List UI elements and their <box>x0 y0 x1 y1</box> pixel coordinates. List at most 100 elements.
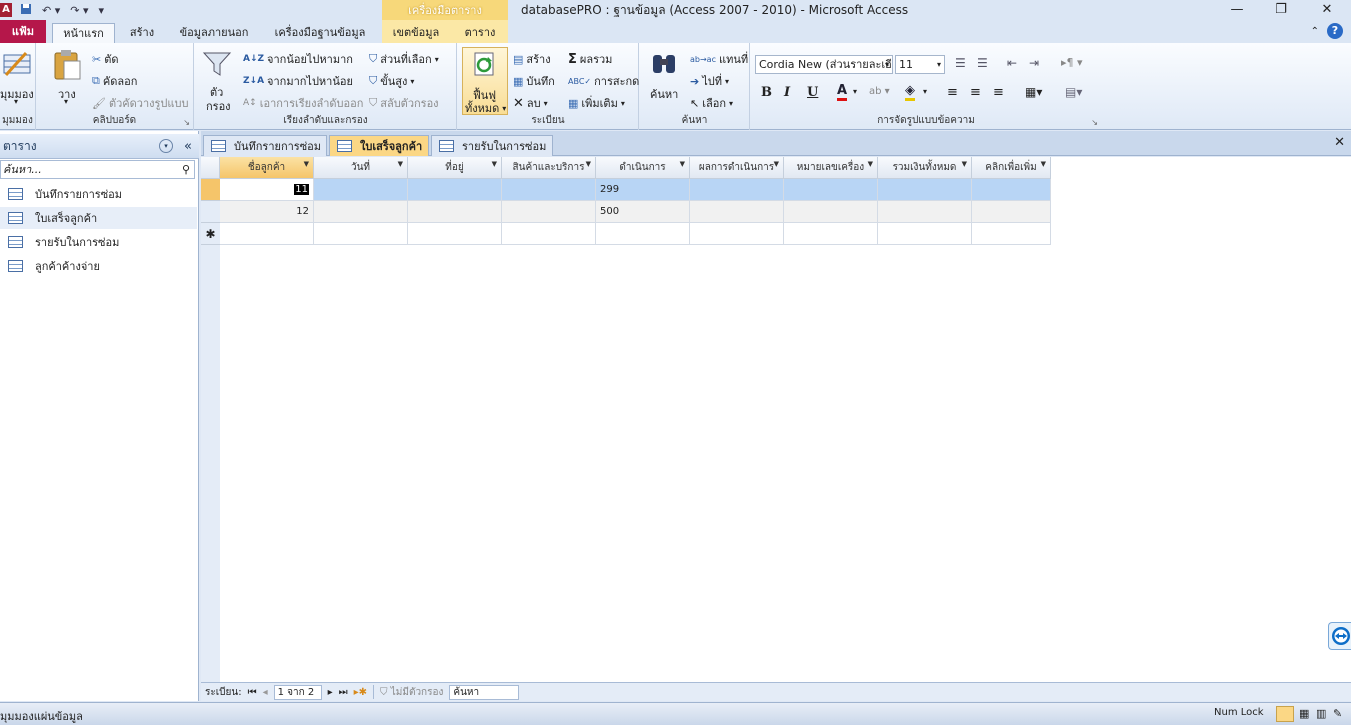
dialog-launcher-icon[interactable]: ↘ <box>183 118 190 127</box>
delete-record-button[interactable]: ✕ ลบ ▾ <box>513 94 548 112</box>
tab-database-tools[interactable]: เครื่องมือฐานข้อมูล <box>266 23 374 43</box>
table-cell[interactable] <box>784 179 878 201</box>
new-record-marker[interactable]: ✱ <box>201 223 220 245</box>
undo-icon[interactable]: ↶ ▾ <box>40 4 62 17</box>
new-record-nav-icon[interactable]: ▸✱ <box>354 687 367 698</box>
table-cell[interactable] <box>314 179 408 201</box>
underline-icon[interactable]: U <box>807 85 818 100</box>
tab-file[interactable]: แฟ้ม <box>0 20 46 43</box>
table-cell[interactable] <box>878 179 972 201</box>
table-cell[interactable]: 500 <box>596 201 690 223</box>
tab-home[interactable]: หน้าแรก <box>52 23 115 43</box>
previous-record-icon[interactable]: ◂ <box>263 687 268 698</box>
table-row[interactable]: 11 299 <box>201 179 1051 201</box>
datasheet-view-icon[interactable] <box>2 49 32 82</box>
column-header-machine-number[interactable]: หมายเลขเครื่อง ▼ <box>784 157 878 179</box>
table-cell[interactable] <box>972 201 1051 223</box>
nav-pane-header[interactable]: ตาราง ▾ « <box>0 134 199 159</box>
customize-qat-icon[interactable]: ▾ <box>97 4 107 17</box>
table-cell[interactable] <box>878 201 972 223</box>
doc-tab-repair-log[interactable]: บันทึกรายการซ่อม <box>203 135 327 156</box>
cut-button[interactable]: ✂ ตัด <box>92 50 119 68</box>
doc-tab-customer-receipt[interactable]: ใบเสร็จลูกค้า <box>329 135 429 156</box>
select-button[interactable]: ↖ เลือก ▾ <box>690 94 733 112</box>
table-cell[interactable] <box>972 223 1051 245</box>
nav-item-repair-income[interactable]: รายรับในการซ่อม <box>0 231 197 253</box>
replace-button[interactable]: ab→ac แทนที่ <box>690 50 748 68</box>
highlight-icon[interactable]: ab ▾ <box>869 86 890 97</box>
column-header-date[interactable]: วันที่ ▼ <box>314 157 408 179</box>
bold-icon[interactable]: B <box>761 85 772 100</box>
datasheet-view-button[interactable] <box>1276 706 1294 722</box>
close-document-icon[interactable]: ✕ <box>1334 135 1345 150</box>
more-button[interactable]: ▦ เพิ่มเติม ▾ <box>568 94 625 112</box>
binoculars-icon[interactable] <box>650 51 678 80</box>
advanced-filter-button[interactable]: ⛉ ขั้นสูง ▾ <box>369 72 414 90</box>
align-right-icon[interactable]: ≡ <box>993 85 1004 100</box>
table-cell[interactable] <box>972 179 1051 201</box>
pivot-table-view-icon[interactable]: ▦ <box>1299 707 1309 720</box>
align-center-icon[interactable]: ≡ <box>970 85 981 100</box>
dialog-launcher-icon[interactable]: ↘ <box>1091 118 1098 127</box>
teamviewer-panel-icon[interactable] <box>1328 622 1351 650</box>
design-view-icon[interactable]: ✎ <box>1333 707 1342 720</box>
column-header-operation[interactable]: ดำเนินการ ▼ <box>596 157 690 179</box>
table-cell[interactable] <box>408 223 502 245</box>
tab-fields[interactable]: เขตข้อมูล <box>384 23 448 43</box>
find-button[interactable]: ค้นหา <box>650 85 678 103</box>
nav-item-customer-receipt[interactable]: ใบเสร็จลูกค้า <box>0 207 197 229</box>
datasheet-search-input[interactable]: ค้นหา <box>449 684 520 700</box>
next-record-icon[interactable]: ▸ <box>328 687 333 698</box>
record-selector[interactable] <box>201 201 220 223</box>
minimize-button[interactable]: — <box>1214 0 1260 20</box>
table-row[interactable]: 12 500 <box>201 201 1051 223</box>
column-header-total-amount[interactable]: รวมเงินทั้งหมด ▼ <box>878 157 972 179</box>
font-color-icon[interactable]: A <box>837 84 848 101</box>
shutter-bar-icon[interactable]: « <box>184 134 192 159</box>
paste-icon[interactable] <box>52 49 82 84</box>
maximize-button[interactable]: ❐ <box>1258 0 1304 20</box>
filter-icon[interactable] <box>202 51 232 80</box>
help-icon[interactable]: ? <box>1327 23 1343 39</box>
column-header-operation-result[interactable]: ผลการดำเนินการ ▼ <box>690 157 784 179</box>
new-record-row[interactable]: ✱ <box>201 223 1051 245</box>
font-size-select[interactable]: 11 ▾ <box>895 55 945 74</box>
current-record-input[interactable]: 1 จาก 2 <box>273 684 322 700</box>
nav-search-input[interactable]: ค้นหา... ⚲ <box>0 160 195 179</box>
table-cell[interactable] <box>878 223 972 245</box>
column-header-click-to-add[interactable]: คลิกเพื่อเพิ่ม ▼ <box>972 157 1051 179</box>
nav-item-customer-outstanding[interactable]: ลูกค้าค้างจ่าย <box>0 255 197 277</box>
table-cell[interactable] <box>314 223 408 245</box>
save-record-button[interactable]: ▦ บันทึก <box>513 72 555 90</box>
select-all-corner[interactable] <box>201 157 220 179</box>
table-cell[interactable]: 299 <box>596 179 690 201</box>
format-painter-button[interactable]: 🖌 ตัวคัดวางรูปแบบ <box>92 94 188 112</box>
selection-button[interactable]: ⛉ ส่วนที่เลือก ▾ <box>369 50 439 68</box>
italic-icon[interactable]: I <box>784 85 790 100</box>
table-cell[interactable] <box>690 201 784 223</box>
search-icon[interactable]: ⚲ <box>182 161 190 178</box>
table-cell[interactable] <box>690 179 784 201</box>
first-record-icon[interactable]: ⏮ <box>248 687 257 698</box>
table-cell[interactable] <box>502 223 596 245</box>
nav-pane-menu-icon[interactable]: ▾ <box>159 139 173 153</box>
align-left-icon[interactable]: ≡ <box>947 85 958 100</box>
increase-indent-icon[interactable]: ⇥ <box>1029 56 1039 70</box>
totals-button[interactable]: Σ ผลรวม <box>568 50 612 68</box>
table-cell[interactable]: 12 <box>220 201 314 223</box>
spelling-button[interactable]: ABC✓ การสะกด <box>568 72 639 90</box>
last-record-icon[interactable]: ⏭ <box>339 687 348 698</box>
record-selector[interactable] <box>201 179 220 201</box>
table-cell[interactable] <box>408 179 502 201</box>
new-record-button[interactable]: ▤ สร้าง <box>513 50 551 68</box>
sort-descending-button[interactable]: Z↓A จากมากไปหาน้อย <box>243 72 353 90</box>
table-cell[interactable] <box>596 223 690 245</box>
toggle-filter-button[interactable]: ⛉ สลับตัวกรอง <box>369 94 439 112</box>
gridlines-icon[interactable]: ▦▾ <box>1025 85 1042 99</box>
redo-icon[interactable]: ↷ ▾ <box>68 4 90 17</box>
table-cell[interactable] <box>690 223 784 245</box>
copy-button[interactable]: ⧉ คัดลอก <box>92 72 137 90</box>
tab-external-data[interactable]: ข้อมูลภายนอก <box>172 23 256 43</box>
numbering-icon[interactable]: ☰ <box>977 56 988 70</box>
column-header-products-services[interactable]: สินค้าและบริการ ▼ <box>502 157 596 179</box>
